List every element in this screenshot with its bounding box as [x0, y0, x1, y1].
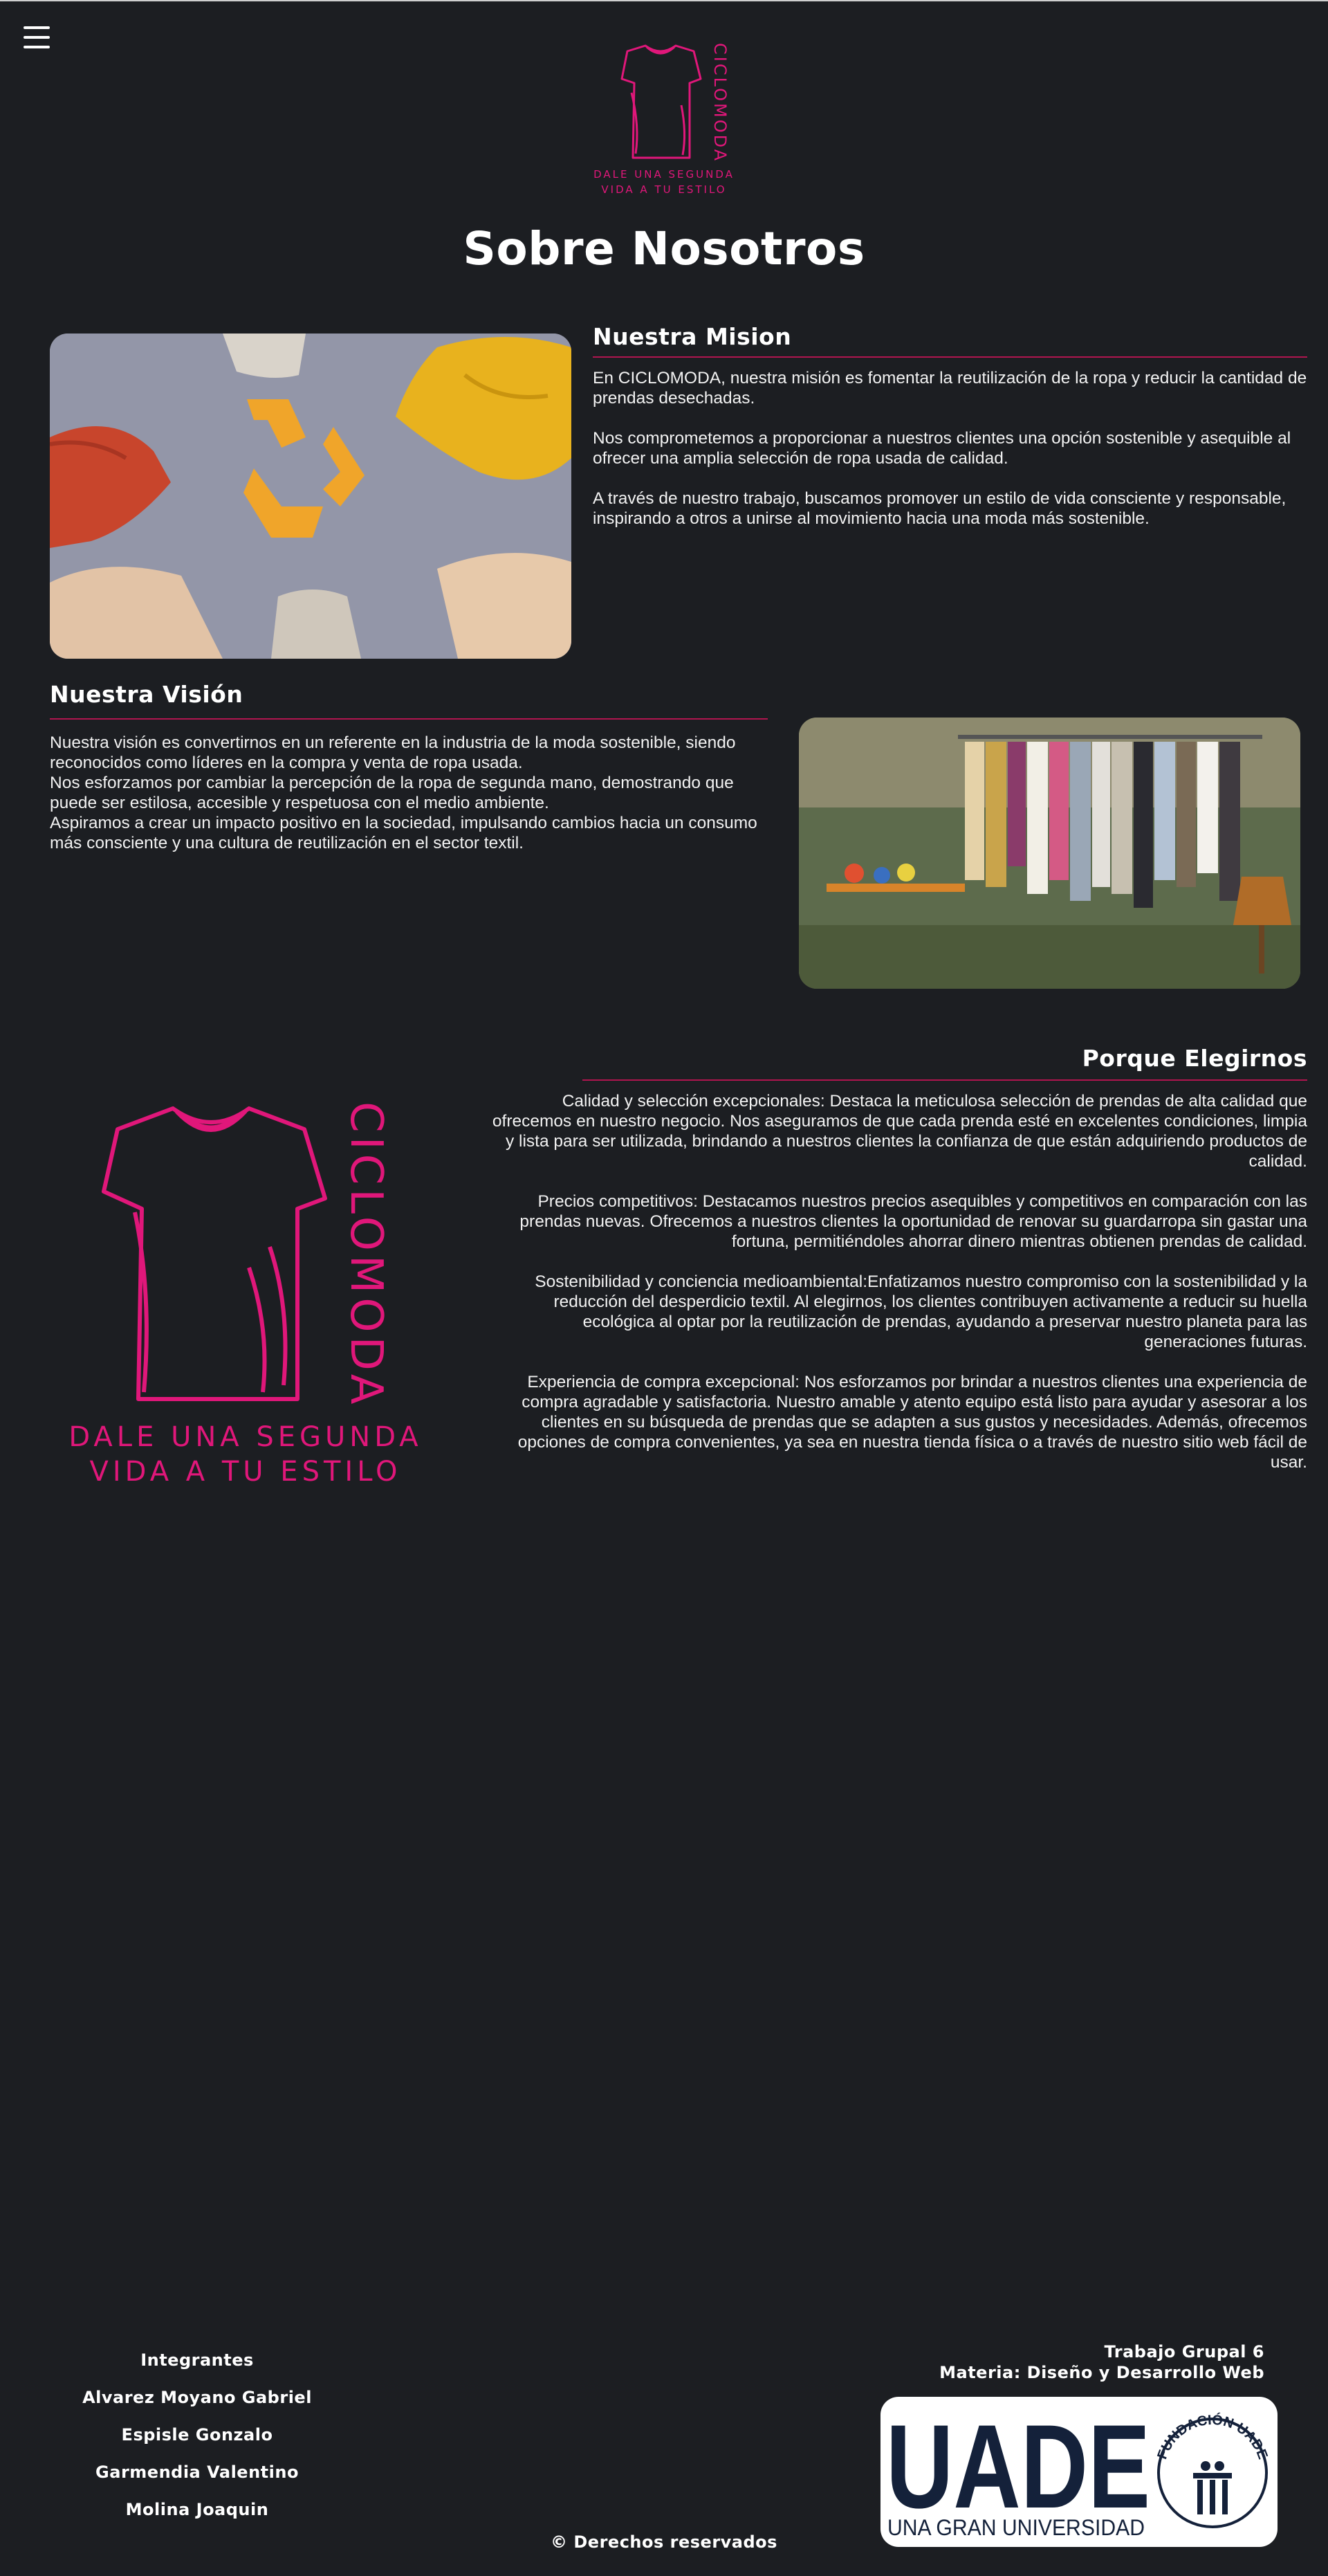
- members-title: Integrantes: [140, 2350, 254, 2370]
- members-list: Integrantes Alvarez Moyano Gabriel Espis…: [69, 2341, 325, 2528]
- tshirt-icon: CICLOMODA DALE UNA SEGUNDA VIDA A TU EST…: [68, 1102, 422, 1488]
- big-logo-brand-vertical: CICLOMODA: [340, 1102, 391, 1409]
- mission-photo: [50, 334, 571, 659]
- site-logo[interactable]: CICLOMODA DALE UNA SEGUNDA VIDA A TU EST…: [591, 36, 737, 202]
- vision-divider: [50, 718, 768, 720]
- clothing-rack-image: [799, 718, 1300, 989]
- tshirt-icon: CICLOMODA DALE UNA SEGUNDA VIDA A TU EST…: [593, 43, 735, 196]
- mission-heading: Nuestra Mision: [593, 323, 792, 350]
- vision-text: Nuestra visión es convertirnos en un ref…: [50, 733, 776, 853]
- subject-label: Materia: Diseño y Desarrollo Web: [939, 2363, 1264, 2382]
- project-info: Trabajo Grupal 6 Materia: Diseño y Desar…: [939, 2341, 1264, 2383]
- member-name: Garmendia Valentino: [95, 2463, 299, 2482]
- vision-line: Nos esforzamos por cambiar la percepción…: [50, 774, 734, 812]
- vision-photo: [799, 718, 1300, 989]
- big-logo-tagline-line2: VIDA A TU ESTILO: [89, 1456, 401, 1488]
- logo-brand-vertical: CICLOMODA: [710, 43, 730, 163]
- university-logo: UADE UNA GRAN UNIVERSIDAD FUNDACIÓN UADE: [886, 2400, 1271, 2540]
- vision-line: Aspiramos a crear un impacto positivo en…: [50, 814, 757, 852]
- uade-foundation: FUNDACIÓN UADE: [1154, 2411, 1270, 2462]
- why-heading: Porque Elegirnos: [1082, 1045, 1307, 1072]
- hamburger-icon[interactable]: [24, 26, 50, 51]
- project-label: Trabajo Grupal 6: [1104, 2342, 1264, 2362]
- why-paragraph: Precios competitivos: Destacamos nuestro…: [519, 1192, 1307, 1251]
- member-name: Molina Joaquin: [125, 2500, 269, 2519]
- mission-divider: [593, 356, 1307, 358]
- member-name: Espisle Gonzalo: [121, 2425, 273, 2445]
- big-logo-tagline-line1: DALE UNA SEGUNDA: [68, 1421, 422, 1453]
- why-paragraph: Calidad y selección excepcionales: Desta…: [492, 1092, 1307, 1171]
- mission-text: En CICLOMODA, nuestra misión es fomentar…: [593, 368, 1309, 549]
- why-text: Calidad y selección excepcionales: Desta…: [481, 1091, 1307, 1492]
- copyright: © Derechos reservados: [551, 2532, 777, 2552]
- why-divider: [582, 1079, 1307, 1081]
- mission-paragraph: En CICLOMODA, nuestra misión es fomentar…: [593, 369, 1307, 408]
- vision-heading: Nuestra Visión: [50, 681, 243, 708]
- brand-logo-large: CICLOMODA DALE UNA SEGUNDA VIDA A TU EST…: [62, 1088, 429, 1503]
- uade-logo[interactable]: UADE UNA GRAN UNIVERSIDAD FUNDACIÓN UADE: [880, 2397, 1278, 2547]
- logo-tagline-line2: VIDA A TU ESTILO: [601, 183, 726, 196]
- uade-name: UADE: [886, 2400, 1150, 2533]
- recycle-sweaters-image: [50, 334, 571, 659]
- page-title: Sobre Nosotros: [463, 222, 865, 275]
- logo-tagline-line1: DALE UNA SEGUNDA: [593, 168, 735, 181]
- why-paragraph: Sostenibilidad y conciencia medioambient…: [535, 1272, 1307, 1351]
- mission-paragraph: A través de nuestro trabajo, buscamos pr…: [593, 489, 1286, 528]
- member-name: Alvarez Moyano Gabriel: [82, 2388, 312, 2407]
- page: CICLOMODA DALE UNA SEGUNDA VIDA A TU EST…: [0, 0, 1328, 2576]
- mission-paragraph: Nos comprometemos a proporcionar a nuest…: [593, 429, 1291, 468]
- why-paragraph: Experiencia de compra excepcional: Nos e…: [517, 1373, 1307, 1472]
- vision-line: Nuestra visión es convertirnos en un ref…: [50, 733, 736, 772]
